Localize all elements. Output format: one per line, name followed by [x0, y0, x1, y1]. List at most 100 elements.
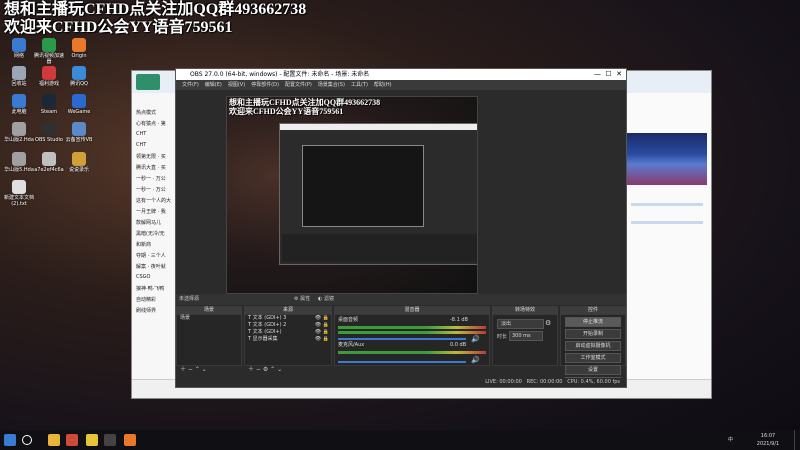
desktop-icon[interactable]: Origin [64, 38, 94, 59]
list-item[interactable]: 热点模式 [136, 109, 180, 120]
list-item[interactable]: 夺期 · 三个人 [136, 252, 180, 263]
list-item[interactable]: 心有猿点 · 第 [136, 120, 180, 131]
control-button[interactable]: 开始录制 [565, 329, 621, 339]
list-item[interactable]: CSGO [136, 274, 180, 285]
desktop-icon[interactable]: OBS Studio [34, 122, 64, 143]
control-button[interactable]: 停止推流 [565, 317, 621, 327]
list-item[interactable]: 腾讯大直 · 买 [136, 164, 180, 175]
obs-icon[interactable] [104, 434, 116, 446]
source-item[interactable]: T 文本 (GDI+) 3 👁 🔒 [245, 315, 331, 322]
scene-item[interactable]: 场景 [177, 315, 241, 322]
transitions-panel-header: 转场特效 [492, 306, 558, 314]
source-item[interactable]: T 显示器采集 👁 🔒 [245, 336, 331, 343]
window-controls[interactable]: — ☐ ✕ [594, 69, 622, 80]
sources-panel[interactable]: T 文本 (GDI+) 3 👁 🔒 T 文本 (GDI+) 2 👁 🔒 T 文本 (GD… [244, 314, 332, 366]
desktop-icon-label: 回收站 [11, 81, 27, 87]
desktop-icon[interactable]: WeGame [64, 94, 94, 115]
desktop-icon[interactable]: 说说录乐 [64, 152, 94, 173]
clock[interactable]: 16:07 2021/9/1 [748, 432, 788, 448]
desktop-icon[interactable]: 腾讯QQ [64, 66, 94, 87]
visibility-lock-icons[interactable]: 👁 🔒 [315, 322, 329, 329]
mic-meter [338, 351, 486, 354]
search-icon[interactable] [22, 435, 32, 445]
no-source-selected-label: 未选择源 [179, 296, 200, 302]
list-item[interactable]: 款解网马儿 [136, 219, 180, 230]
nested-panels [282, 234, 477, 262]
mic-volume-slider[interactable] [338, 361, 466, 363]
google-chrome-icon[interactable] [66, 434, 78, 446]
app-orange-icon[interactable] [124, 434, 136, 446]
desktop-icon[interactable]: 回收站 [4, 66, 34, 87]
desktop-icon[interactable]: Steam [34, 94, 64, 115]
file-explorer-icon[interactable] [48, 434, 60, 446]
list-item[interactable]: 解案 · 夜叶就 [136, 263, 180, 274]
visibility-lock-icons[interactable]: 👁 🔒 [315, 336, 329, 343]
list-item[interactable]: 狼神·鸭·飞鸭 [136, 285, 180, 296]
language-indicator[interactable]: 中 [728, 436, 733, 444]
transitions-panel[interactable]: 淡出 ⚙ 时长 300 ms [492, 314, 558, 366]
preview-overlay-line1: 想和主播玩CFHD点关注加QQ群493662738 [229, 98, 381, 107]
source-item[interactable]: T 文本 (GDI+) 👁 🔒 [245, 329, 331, 336]
desktop-icon[interactable]: 新建文本文档(2).txt [4, 180, 34, 207]
obs-titlebar: OBS 27.0.0 (64-bit, windows) - 配置文件: 未命名… [176, 69, 626, 80]
clock-date: 2021/9/1 [756, 441, 780, 447]
desktop-icon-label: WeGame [67, 109, 91, 115]
desktop-app-icon [12, 66, 26, 80]
list-item[interactable]: 领第无限 · 买 [136, 153, 180, 164]
windows-icon[interactable] [4, 434, 16, 446]
taskbar: 中 16:07 2021/9/1 [0, 430, 800, 450]
control-button[interactable]: 启动虚拟摄像机 [565, 341, 621, 351]
list-item[interactable]: 刷线师界 [136, 307, 180, 318]
mixer-panel[interactable]: 桌面音频 -8.1 dB 🔊 麦克风/Aux 0.0 dB 🔊 [334, 314, 490, 366]
properties-button[interactable]: ⚙ 属性 [294, 294, 310, 305]
desktop-icon-label: 福利游戏 [38, 81, 59, 87]
control-button[interactable]: 设置 [565, 365, 621, 375]
list-item[interactable]: CHT [136, 131, 180, 142]
list-item[interactable]: 一月王牌 · 我 [136, 208, 180, 219]
visibility-lock-icons[interactable]: 👁 🔒 [315, 315, 329, 322]
list-item[interactable]: 和新商 [136, 241, 180, 252]
desktop-icon[interactable]: a7e2ef4c6a [34, 152, 64, 173]
menu-item[interactable]: 场景集合(S) [318, 82, 345, 88]
desktop-audio-volume-slider[interactable] [338, 338, 466, 340]
speaker-icon[interactable]: 🔊 [471, 335, 480, 343]
menu-item[interactable]: 视图(V) [228, 82, 245, 88]
list-item[interactable]: 黑暗(无冷/无 [136, 230, 180, 241]
desktop-icon[interactable]: 腾讯视频加速器 [34, 38, 64, 65]
menu-item[interactable]: 配置文件(P) [285, 82, 312, 88]
desktop-icon[interactable]: 此电脑 [4, 94, 34, 115]
show-desktop-button[interactable] [794, 430, 799, 450]
obs-preview[interactable]: 想和主播玩CFHD点关注加QQ群493662738 欢迎来CFHD公会YY语音7… [226, 96, 478, 294]
desktop-icon-label: 华山版2.Hda [4, 137, 34, 143]
yy-voice-icon[interactable] [86, 434, 98, 446]
list-item[interactable]: 一秒一 · 万公 [136, 175, 180, 186]
menu-item[interactable]: 编辑(E) [205, 82, 222, 88]
filters-button[interactable]: ◐ 滤镜 [318, 294, 334, 305]
control-button[interactable]: 工作室模式 [565, 353, 621, 363]
list-item[interactable]: 这有一个人的大 [136, 197, 180, 208]
desktop-icon[interactable]: 网络 [4, 38, 34, 59]
source-item[interactable]: T 文本 (GDI+) 2 👁 🔒 [245, 322, 331, 329]
list-item[interactable]: CHT [136, 142, 180, 153]
desktop-icon[interactable]: 云备宣传VB [64, 122, 94, 143]
controls-panel[interactable]: 停止推流开始录制启动虚拟摄像机工作室模式设置退出 [560, 314, 626, 387]
list-item[interactable]: 自动精彩 [136, 296, 180, 307]
transition-settings-icon[interactable]: ⚙ [545, 319, 551, 327]
visibility-lock-icons[interactable]: 👁 🔒 [315, 329, 329, 336]
menu-item[interactable]: 停靠部件(D) [251, 82, 279, 88]
list-item[interactable]: 一秒一 · 万公 [136, 186, 180, 197]
obs-window[interactable]: OBS 27.0.0 (64-bit, windows) - 配置文件: 未命名… [175, 68, 627, 388]
sources-footer-buttons[interactable]: ＋ − ⚙ ⌃ ⌄ [248, 366, 282, 374]
scenes-footer-buttons[interactable]: ＋ − ⌃ ⌄ [180, 366, 207, 374]
speaker-icon[interactable]: 🔊 [471, 356, 480, 364]
desktop-icon[interactable]: 华山版2.Hda [4, 122, 34, 143]
duration-input[interactable]: 300 ms [509, 331, 543, 341]
desktop-icon[interactable]: 华山版5.Hda [4, 152, 34, 173]
transition-select[interactable]: 淡出 [497, 319, 544, 329]
menu-item[interactable]: 帮助(H) [374, 82, 392, 88]
menu-item[interactable]: 文件(F) [182, 82, 199, 88]
scenes-panel[interactable]: 场景 [176, 314, 242, 366]
app-logo-icon [136, 74, 160, 90]
desktop-icon[interactable]: 福利游戏 [34, 66, 64, 87]
menu-item[interactable]: 工具(T) [351, 82, 368, 88]
